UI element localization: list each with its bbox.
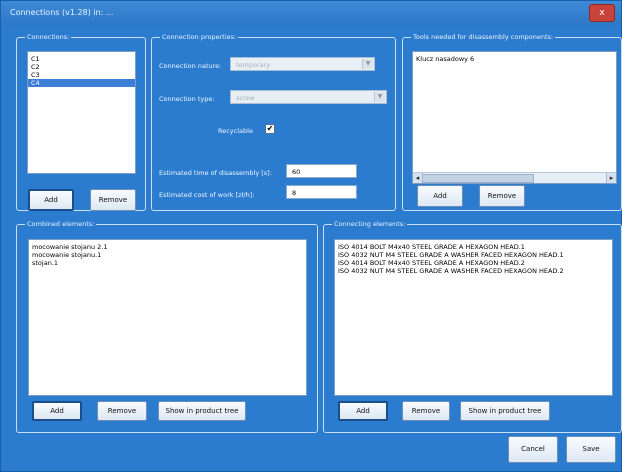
list-item-c1[interactable]: C1	[28, 55, 135, 63]
list-item[interactable]: stojan.1	[29, 259, 306, 267]
arrow-right-icon[interactable]: ▸	[606, 173, 616, 183]
window-title: Connections (v1.28) in: ...	[10, 8, 114, 17]
combined-remove-button[interactable]: Remove	[97, 401, 147, 421]
recyclable-checkbox[interactable]: ✔	[265, 124, 275, 134]
list-item[interactable]: ISO 4014 BOLT M4x40 STEEL GRADE A HEXAGO…	[335, 243, 612, 251]
connecting-remove-button[interactable]: Remove	[402, 401, 450, 421]
combined-show-in-tree-button[interactable]: Show in product tree	[158, 401, 246, 421]
list-item[interactable]: mocowanie stojanu 2.1	[29, 243, 306, 251]
connecting-legend: Connecting elements:	[332, 220, 408, 228]
connecting-elements-list[interactable]: ISO 4014 BOLT M4x40 STEEL GRADE A HEXAGO…	[334, 239, 613, 396]
connections-window: Connections (v1.28) in: ... x Connection…	[0, 0, 622, 472]
connection-nature-label: Connection nature:	[159, 62, 222, 70]
close-icon: x	[599, 8, 605, 18]
recyclable-label: Recyclable	[218, 127, 253, 135]
connecting-add-button[interactable]: Add	[338, 401, 388, 421]
list-item[interactable]: ISO 4014 BOLT M4x40 STEEL GRADE A HEXAGO…	[335, 259, 612, 267]
save-button[interactable]: Save	[566, 436, 616, 463]
tools-legend: Tools needed for disassembly components:	[411, 33, 556, 41]
properties-legend: Connection properties:	[160, 33, 239, 41]
connections-add-button[interactable]: Add	[28, 189, 74, 211]
list-item-c4[interactable]: C4	[28, 79, 135, 87]
connections-list[interactable]: C1 C2 C3 C4	[27, 51, 136, 174]
chevron-down-icon[interactable]: ▼	[374, 92, 385, 102]
tools-group: Tools needed for disassembly components:…	[402, 33, 622, 211]
disassembly-time-field[interactable]: 60	[286, 164, 357, 178]
combined-legend: Combined elements:	[25, 220, 97, 228]
connections-group: Connections: C1 C2 C3 C4 Add Remove	[16, 33, 146, 211]
combined-add-button[interactable]: Add	[32, 401, 82, 421]
work-cost-label: Estimated cost of work [zł/h]:	[159, 191, 255, 199]
cancel-button[interactable]: Cancel	[508, 436, 558, 463]
list-item[interactable]: ISO 4032 NUT M4 STEEL GRADE A WASHER FAC…	[335, 251, 612, 259]
combined-elements-list[interactable]: mocowanie stojanu 2.1 mocowanie stojanu.…	[28, 239, 307, 396]
connection-nature-value: temporary	[236, 61, 271, 69]
connections-remove-button[interactable]: Remove	[90, 189, 136, 211]
list-item-tool[interactable]: Klucz nasadowy 6	[413, 55, 616, 63]
tools-horizontal-scrollbar[interactable]: ◂ ▸	[413, 172, 616, 183]
title-bar[interactable]: Connections (v1.28) in: ... x	[1, 1, 621, 25]
connection-nature-select[interactable]: temporary ▼	[230, 57, 375, 71]
close-button[interactable]: x	[589, 4, 615, 22]
chevron-down-icon[interactable]: ▼	[362, 59, 373, 69]
connection-properties-group: Connection properties: Connection nature…	[151, 33, 396, 211]
list-item-c3[interactable]: C3	[28, 71, 135, 79]
list-item-c2[interactable]: C2	[28, 63, 135, 71]
connecting-show-in-tree-button[interactable]: Show in product tree	[460, 401, 550, 421]
connection-type-select[interactable]: screw ▼	[230, 90, 387, 104]
disassembly-time-label: Estimated time of disassembly [s]:	[159, 169, 272, 177]
list-item[interactable]: ISO 4032 NUT M4 STEEL GRADE A WASHER FAC…	[335, 267, 612, 275]
check-icon: ✔	[266, 124, 274, 133]
scrollbar-thumb[interactable]	[422, 174, 534, 183]
list-item[interactable]: mocowanie stojanu.1	[29, 251, 306, 259]
work-cost-field[interactable]: 8	[286, 185, 357, 199]
tools-list[interactable]: Klucz nasadowy 6 ◂ ▸	[412, 51, 617, 184]
tools-remove-button[interactable]: Remove	[479, 185, 525, 207]
combined-elements-group: Combined elements: mocowanie stojanu 2.1…	[16, 220, 318, 433]
connections-legend: Connections:	[25, 33, 72, 41]
connection-type-label: Connection type:	[159, 95, 215, 103]
connecting-elements-group: Connecting elements: ISO 4014 BOLT M4x40…	[323, 220, 622, 433]
tools-add-button[interactable]: Add	[417, 185, 463, 207]
connection-type-value: screw	[236, 94, 255, 102]
